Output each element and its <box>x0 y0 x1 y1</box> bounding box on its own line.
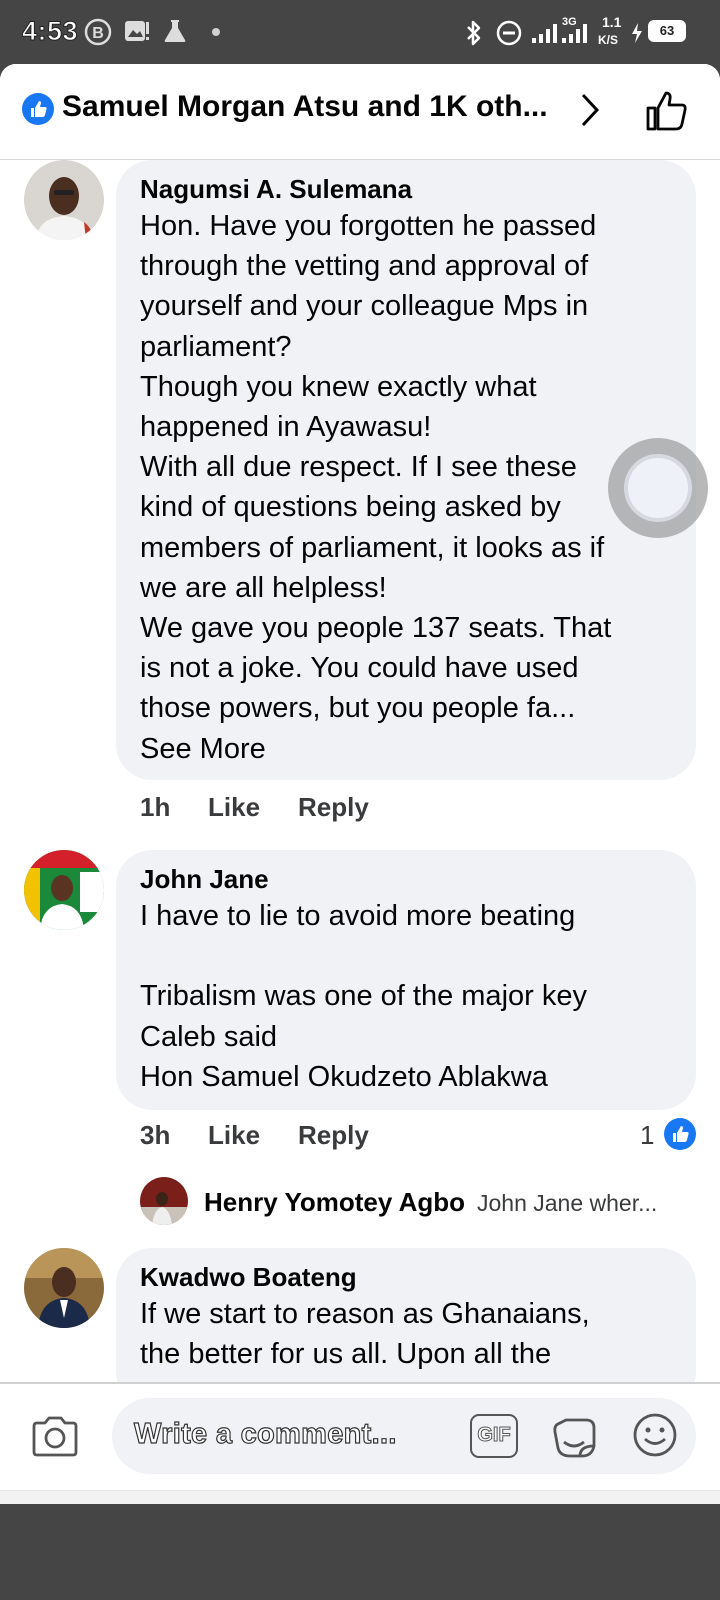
like-button[interactable]: Like <box>208 792 260 823</box>
like-button[interactable]: Like <box>208 1120 260 1151</box>
like-post-icon[interactable] <box>644 88 690 134</box>
comment-author[interactable]: Kwadwo Boateng <box>140 1260 674 1294</box>
gallery-notification-icon <box>125 21 149 41</box>
comment-time: 3h <box>140 1120 171 1150</box>
bitcoin-app-icon: B <box>84 18 112 46</box>
network-speed-unit: K/S <box>598 33 619 47</box>
comment-author[interactable]: John Jane <box>140 862 674 896</box>
gif-icon[interactable]: GIF <box>470 1414 518 1458</box>
camera-icon[interactable] <box>30 1414 80 1458</box>
status-bar: 4:53 B 3G 1.1 K/S 63 <box>0 0 720 64</box>
floating-assistive-button[interactable] <box>608 438 708 538</box>
reaction-count[interactable]: 1 <box>640 1120 654 1151</box>
network-speed-value: 1.1 <box>602 14 622 30</box>
avatar[interactable] <box>24 160 104 240</box>
bluetooth-icon <box>467 20 481 46</box>
reply-text: John Jane wher... <box>477 1190 658 1216</box>
comment-input-placeholder[interactable]: Write a comment... <box>133 1417 397 1451</box>
like-reaction-icon[interactable] <box>664 1118 696 1150</box>
reply-avatar[interactable] <box>140 1177 188 1225</box>
comment-bubble[interactable]: Kwadwo Boateng If we start to reason as … <box>116 1248 696 1382</box>
signal-icon-2 <box>562 24 587 43</box>
reply-button[interactable]: Reply <box>298 792 369 823</box>
reply-button[interactable]: Reply <box>298 1120 369 1151</box>
see-more-link[interactable]: See More <box>140 729 674 769</box>
sticker-icon[interactable] <box>550 1412 598 1460</box>
comment-list[interactable]: Nagumsi A. Sulemana Hon. Have you forgot… <box>0 160 720 1382</box>
like-reaction-icon <box>22 93 54 125</box>
more-notifications-dot <box>212 28 220 36</box>
status-time: 4:53 <box>21 16 79 47</box>
battery-indicator: 63 <box>648 20 686 42</box>
reactions-summary-title[interactable]: Samuel Morgan Atsu and 1K oth... <box>62 90 562 124</box>
comment-author[interactable]: Nagumsi A. Sulemana <box>140 172 674 206</box>
comment-text: If we start to reason as Ghanaians, the … <box>140 1298 590 1371</box>
svg-text:B: B <box>92 25 104 42</box>
charging-icon <box>632 23 642 43</box>
comment-bubble[interactable]: John Jane I have to lie to avoid more be… <box>116 850 696 1110</box>
do-not-disturb-icon <box>496 20 522 46</box>
emoji-icon[interactable] <box>632 1412 678 1458</box>
comments-sheet: Samuel Morgan Atsu and 1K oth... Nagumsi… <box>0 64 720 1504</box>
flask-icon <box>164 20 186 42</box>
system-nav-bar <box>0 1490 720 1504</box>
reactions-header[interactable]: Samuel Morgan Atsu and 1K oth... <box>0 64 720 160</box>
avatar[interactable] <box>24 1248 104 1328</box>
comment-composer: Write a comment... GIF <box>0 1382 720 1490</box>
comment-text: Hon. Have you forgotten he passed throug… <box>140 210 612 725</box>
reply-author[interactable]: Henry Yomotey Agbo <box>204 1187 465 1218</box>
avatar[interactable] <box>24 850 104 930</box>
signal-icon-1 <box>532 24 557 43</box>
comment-time: 1h <box>140 792 171 822</box>
reply-preview[interactable]: Henry Yomotey Agbo John Jane wher... <box>140 1177 700 1227</box>
comment-bubble[interactable]: Nagumsi A. Sulemana Hon. Have you forgot… <box>116 160 696 780</box>
chevron-right-icon[interactable] <box>578 90 602 130</box>
comment-text: I have to lie to avoid more beating Trib… <box>140 900 587 1093</box>
